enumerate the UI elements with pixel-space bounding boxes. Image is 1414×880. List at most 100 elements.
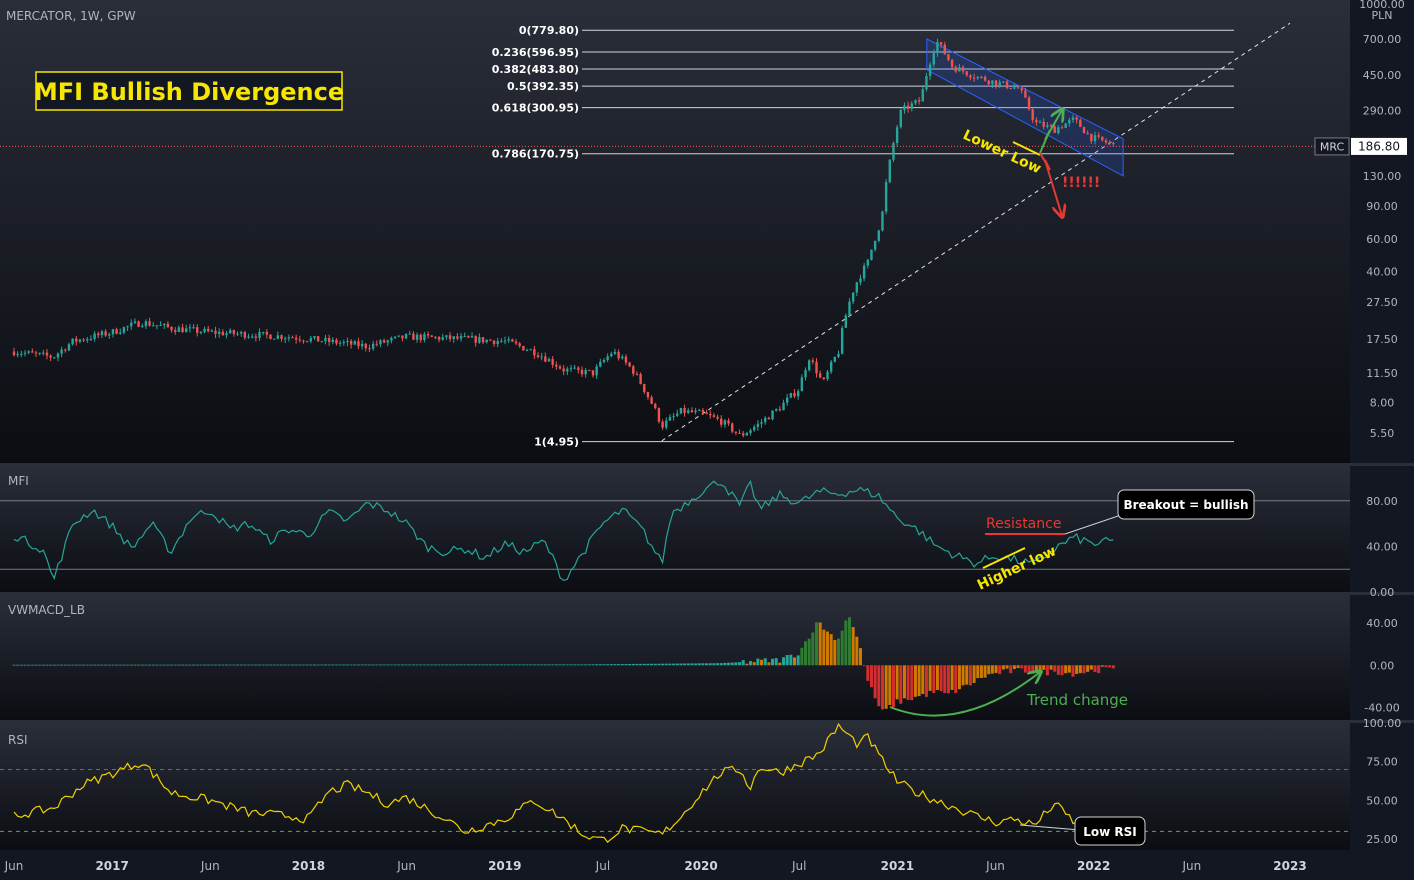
vwmacd-bar xyxy=(1009,665,1013,674)
vwmacd-bar xyxy=(782,657,786,666)
candle-body xyxy=(749,430,752,433)
vwmacd-bar xyxy=(756,658,760,666)
vwmacd-bar xyxy=(397,664,401,666)
vwmacd-bar xyxy=(657,663,661,666)
vwmacd-bar xyxy=(228,664,232,666)
vwmacd-bar xyxy=(1089,665,1093,670)
candle-body xyxy=(742,433,745,436)
vwmacd-bar xyxy=(800,647,804,666)
candle-body xyxy=(485,339,488,343)
candle-body xyxy=(346,340,349,343)
candle-body xyxy=(613,351,617,354)
vwmacd-bar xyxy=(463,664,467,666)
vwmacd-bar xyxy=(1034,665,1038,673)
vwmacd-bar xyxy=(631,663,635,666)
candle-body xyxy=(86,339,89,341)
price-tick-label: 27.50 xyxy=(1366,296,1398,309)
vwmacd-bar xyxy=(785,654,789,666)
vwmacd-bar xyxy=(386,664,390,666)
vwmacd-bar xyxy=(367,664,371,666)
vwmacd-bar xyxy=(316,664,320,666)
candle-body xyxy=(599,361,602,367)
vwmacd-bar xyxy=(587,664,591,666)
candle-body xyxy=(386,340,389,343)
time-tick-label: 2017 xyxy=(95,859,128,873)
resistance-annotation[interactable]: Resistance xyxy=(985,516,1065,535)
breakout-callout-text: Breakout = bullish xyxy=(1123,498,1248,512)
vwmacd-bar xyxy=(239,664,243,666)
candle-body xyxy=(349,340,353,345)
candle-body xyxy=(316,336,320,342)
candle-body xyxy=(588,369,591,371)
vwmacd-bar xyxy=(433,664,437,666)
candle-body xyxy=(936,42,939,54)
resistance-label: Resistance xyxy=(986,516,1061,532)
candle-body xyxy=(815,361,818,374)
vwmacd-bar xyxy=(961,665,965,686)
candle-body xyxy=(782,402,785,411)
candle-body xyxy=(236,333,239,335)
candle-body xyxy=(111,329,115,335)
vwmacd-bar xyxy=(840,630,844,666)
candle-body xyxy=(895,127,899,144)
candle-body xyxy=(229,330,232,334)
candle-body xyxy=(459,336,463,339)
rsi-title: RSI xyxy=(8,733,28,747)
vwmacd-bar xyxy=(1086,665,1090,672)
candle-body xyxy=(463,335,466,337)
vwmacd-bar xyxy=(639,663,643,666)
time-axis[interactable]: Jun 2017 Jun 2018 Jun 2019 Jul 2020 Jul 2021 Jun 20… xyxy=(4,859,1307,873)
vwmacd-bar xyxy=(1020,665,1024,669)
vwmacd-bar xyxy=(82,664,86,666)
vwmacd-bar xyxy=(349,664,353,666)
candle-body xyxy=(511,339,514,342)
candle-body xyxy=(756,423,760,427)
vwmacd-bar xyxy=(448,664,452,666)
candle-body xyxy=(1020,88,1023,91)
vwmacd-bar xyxy=(1097,665,1101,674)
vwmacd-bar xyxy=(708,663,712,666)
candle-body xyxy=(961,67,965,72)
vwmacd-bar xyxy=(34,664,38,666)
vwmacd-bar xyxy=(653,663,657,666)
candle-body xyxy=(470,336,474,338)
candle-body xyxy=(141,326,144,328)
candle-body xyxy=(148,321,151,326)
vwmacd-bar xyxy=(1071,665,1075,677)
candle-body xyxy=(437,336,441,340)
candle-body xyxy=(584,369,587,375)
vwmacd-bar xyxy=(375,664,379,666)
vwmacd-bar xyxy=(536,664,540,666)
vwmacd-bar xyxy=(873,665,877,699)
vwmacd-bar xyxy=(910,665,914,701)
price-tick-label: 5.50 xyxy=(1370,427,1395,440)
candle-body xyxy=(731,423,734,432)
candle-body xyxy=(214,330,217,334)
candle-body xyxy=(1027,97,1031,110)
candle-body xyxy=(163,323,166,325)
candle-body xyxy=(177,327,181,332)
candle-body xyxy=(529,349,532,351)
vwmacd-bar xyxy=(342,664,346,666)
candle-body xyxy=(716,416,719,419)
candle-body xyxy=(943,44,946,55)
vwmacd-bar xyxy=(452,664,456,666)
vwmacd-bar xyxy=(727,662,731,666)
vwmacd-bar xyxy=(825,631,829,666)
fib-level-label: 0.618(300.95) xyxy=(492,102,579,115)
vwmacd-bar xyxy=(613,664,617,666)
candle-body xyxy=(976,76,979,79)
candle-body xyxy=(379,340,382,345)
candle-body xyxy=(518,343,521,346)
candle-body xyxy=(668,416,672,421)
vwmacd-bar xyxy=(558,664,562,666)
vwmacd-bar xyxy=(1023,665,1027,673)
candle-body xyxy=(569,368,573,370)
vwmacd-bar xyxy=(1056,665,1060,675)
mfi-tick-label: 80.00 xyxy=(1366,495,1398,508)
vwmacd-bar xyxy=(767,662,771,666)
candle-body xyxy=(807,360,811,370)
candle-body xyxy=(610,353,613,357)
vwmacd-bar xyxy=(364,664,368,666)
candle-body xyxy=(591,370,595,376)
